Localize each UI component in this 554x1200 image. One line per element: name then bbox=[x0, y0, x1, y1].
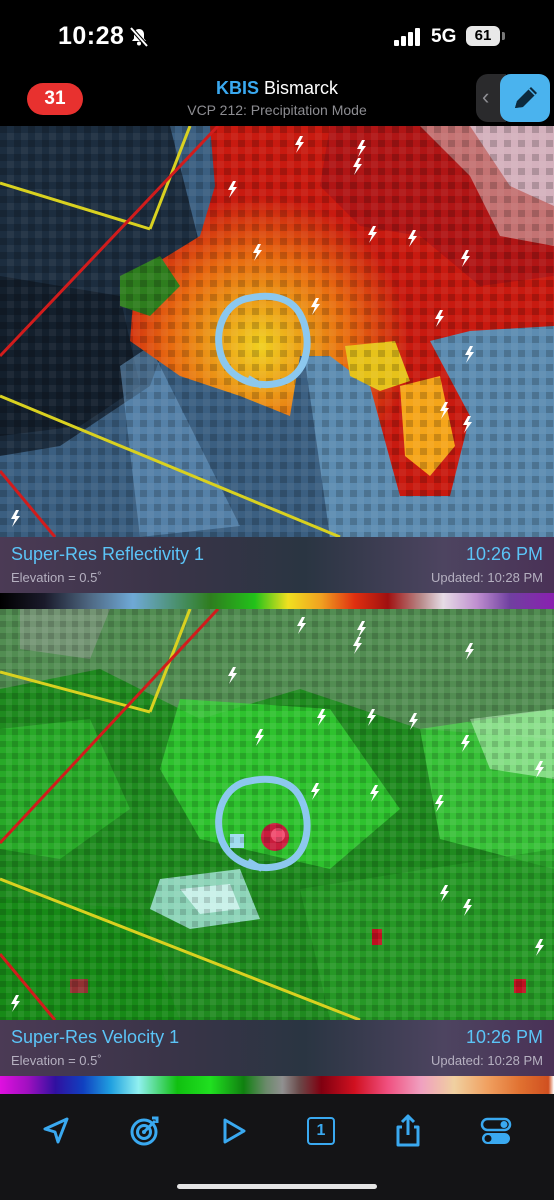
chevron-left-icon: ‹ bbox=[482, 84, 490, 109]
vcp-mode: VCP 212: Precipitation Mode bbox=[187, 102, 367, 118]
reflectivity-radar-image bbox=[0, 126, 554, 537]
home-indicator bbox=[177, 1184, 377, 1189]
share-icon[interactable] bbox=[388, 1111, 428, 1151]
elevation-label: Elevation = 0.5˚ bbox=[11, 570, 102, 585]
velocity-info-bar[interactable]: Super-Res Velocity 1 10:26 PM Elevation … bbox=[0, 1020, 554, 1076]
product-time: 10:26 PM bbox=[465, 1027, 543, 1047]
battery-icon: 61 bbox=[466, 26, 500, 46]
panel-count-icon: 1 bbox=[307, 1117, 335, 1145]
status-time: 10:28 bbox=[58, 22, 125, 50]
draw-button[interactable] bbox=[500, 74, 550, 122]
station-code: KBIS bbox=[215, 78, 259, 98]
reflectivity-info-bar[interactable]: Super-Res Reflectivity 1 10:26 PM Elevat… bbox=[0, 537, 554, 593]
product-name: Super-Res Velocity 1 bbox=[11, 1027, 180, 1047]
velocity-radar-image bbox=[0, 609, 554, 1020]
updated-label: Updated: 10:28 PM bbox=[430, 1053, 543, 1068]
product-time: 10:26 PM bbox=[465, 544, 543, 564]
play-icon[interactable] bbox=[214, 1111, 254, 1151]
station-city: Bismarck bbox=[264, 78, 339, 98]
product-name: Super-Res Reflectivity 1 bbox=[11, 544, 205, 564]
updated-label: Updated: 10:28 PM bbox=[430, 570, 543, 585]
battery-nub bbox=[502, 32, 505, 40]
velocity-color-scale bbox=[0, 1076, 554, 1094]
status-bar: 10:28 5G 61 bbox=[0, 0, 554, 72]
settings-toggle-icon[interactable] bbox=[476, 1111, 516, 1151]
pencil-icon bbox=[515, 87, 537, 108]
elevation-label: Elevation = 0.5˚ bbox=[11, 1053, 102, 1068]
location-arrow-icon[interactable] bbox=[36, 1111, 76, 1151]
station-title[interactable]: KBIS Bismarck bbox=[0, 78, 554, 99]
bell-slash-icon bbox=[129, 26, 149, 48]
radar-target-icon[interactable] bbox=[124, 1111, 164, 1151]
velocity-radar-map[interactable] bbox=[0, 609, 554, 1020]
reflectivity-radar-map[interactable] bbox=[0, 126, 554, 537]
cellular-signal-icon bbox=[394, 28, 420, 46]
radar-header: 31 KBIS Bismarck VCP 212: Precipitation M… bbox=[0, 72, 554, 126]
panel-count-button[interactable]: 1 bbox=[300, 1111, 340, 1151]
reflectivity-color-scale bbox=[0, 593, 554, 609]
network-type: 5G bbox=[431, 26, 457, 47]
